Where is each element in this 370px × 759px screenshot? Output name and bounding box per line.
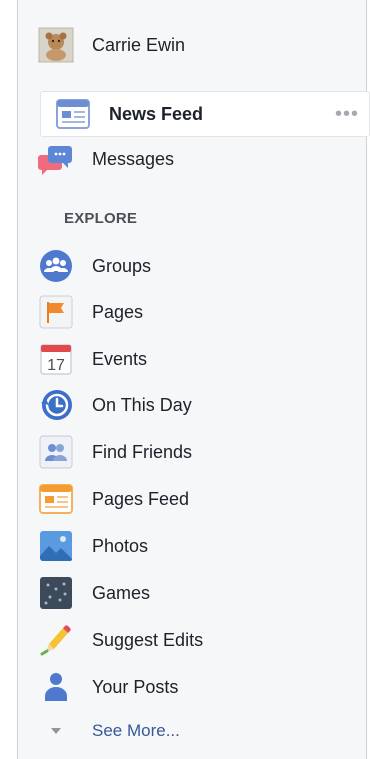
- more-options-button[interactable]: •••: [335, 104, 359, 124]
- nav-item-messages[interactable]: Messages: [38, 136, 354, 182]
- explore-item-pages-feed[interactable]: Pages Feed: [38, 476, 354, 522]
- chevron-down-icon: [38, 713, 74, 749]
- see-more-link[interactable]: See More...: [38, 708, 354, 754]
- explore-item-find-friends[interactable]: Find Friends: [38, 429, 354, 475]
- person-icon: [45, 673, 67, 701]
- nav-item-news-feed[interactable]: News Feed •••: [40, 91, 370, 137]
- explore-item-label: Groups: [92, 255, 152, 276]
- explore-item-label: On This Day: [92, 394, 192, 415]
- explore-item-photos[interactable]: Photos: [38, 523, 354, 569]
- profile-name: Carrie Ewin: [92, 34, 186, 55]
- explore-item-label: Photos: [92, 535, 149, 556]
- groups-icon: [40, 250, 72, 282]
- explore-section-heading: EXPLORE: [64, 210, 138, 227]
- explore-item-label: Pages: [92, 301, 144, 322]
- pages-flag-icon: [39, 295, 73, 329]
- explore-item-label: Events: [92, 348, 148, 369]
- messages-icon: [38, 146, 72, 175]
- pages-feed-icon: [39, 484, 73, 514]
- explore-item-suggest-edits[interactable]: Suggest Edits: [38, 617, 354, 663]
- explore-item-events[interactable]: 17 Events: [38, 336, 354, 382]
- left-navigation-panel: Carrie Ewin News Feed ••• Messages EXPLO…: [17, 0, 370, 759]
- explore-item-label: Your Posts: [92, 676, 179, 697]
- explore-item-label: Pages Feed: [92, 488, 190, 509]
- calendar-day-number: 17: [47, 357, 65, 374]
- nav-item-label: Messages: [92, 148, 175, 169]
- pencil-icon: [40, 625, 71, 656]
- explore-item-pages[interactable]: Pages: [38, 289, 354, 335]
- explore-item-your-posts[interactable]: Your Posts: [38, 664, 354, 710]
- news-feed-icon: [56, 99, 90, 129]
- explore-item-games[interactable]: Games: [38, 570, 354, 616]
- explore-item-groups[interactable]: Groups: [38, 243, 354, 289]
- photos-icon: [40, 531, 72, 562]
- nav-item-label: News Feed: [109, 103, 204, 124]
- explore-item-label: Suggest Edits: [92, 629, 204, 650]
- explore-item-on-this-day[interactable]: On This Day: [38, 382, 354, 428]
- games-icon: [40, 577, 72, 609]
- see-more-label: See More...: [92, 721, 180, 740]
- explore-item-label: Find Friends: [92, 441, 193, 462]
- on-this-day-clock-icon: [41, 390, 72, 420]
- find-friends-icon: [39, 435, 73, 469]
- explore-item-label: Games: [92, 582, 151, 603]
- calendar-icon: 17: [40, 344, 72, 375]
- profile-link[interactable]: Carrie Ewin: [38, 22, 354, 68]
- profile-avatar-icon: [38, 27, 74, 63]
